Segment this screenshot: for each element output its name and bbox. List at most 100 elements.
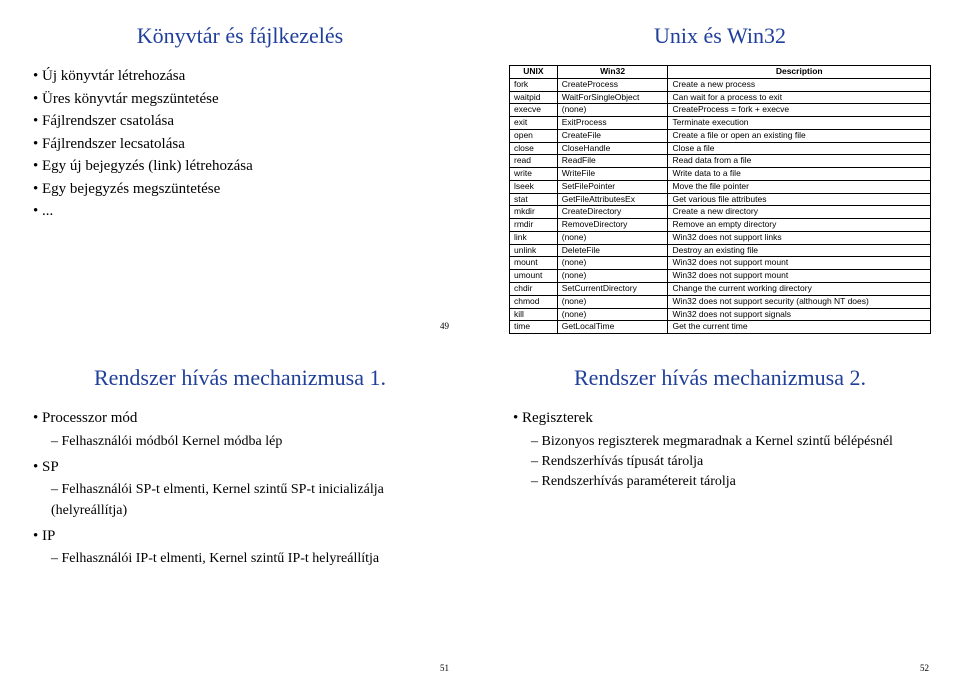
unix-win32-table: UNIX Win32 Description forkCreateProcess… [509,65,931,334]
cell-desc: Write data to a file [668,168,931,181]
cell-win32: WaitForSingleObject [557,91,668,104]
cell-desc: Win32 does not support signals [668,308,931,321]
cell-win32: GetLocalTime [557,321,668,334]
cell-win32: CloseHandle [557,142,668,155]
cell-desc: Change the current working directory [668,283,931,296]
list-item: Új könyvtár létrehozása [33,65,451,88]
cell-unix: mkdir [510,206,558,219]
cell-win32: (none) [557,270,668,283]
cell-unix: read [510,155,558,168]
cell-desc: CreateProcess = fork + execve [668,104,931,117]
cell-win32: (none) [557,308,668,321]
cell-win32: CreateFile [557,129,668,142]
cell-desc: Move the file pointer [668,180,931,193]
table-row: exitExitProcessTerminate execution [510,117,931,130]
table-row: forkCreateProcessCreate a new process [510,78,931,91]
bullet-list: IP [29,525,451,548]
bullet-list: Regiszterek [509,407,931,430]
cell-win32: SetCurrentDirectory [557,283,668,296]
list-item: Fájlrendszer lecsatolása [33,133,451,156]
cell-unix: kill [510,308,558,321]
table-row: execve(none)CreateProcess = fork + execv… [510,104,931,117]
cell-desc: Create a new directory [668,206,931,219]
cell-desc: Destroy an existing file [668,244,931,257]
table-row: mount(none)Win32 does not support mount [510,257,931,270]
cell-unix: chdir [510,283,558,296]
table-row: lseekSetFilePointerMove the file pointer [510,180,931,193]
cell-unix: time [510,321,558,334]
cell-desc: Win32 does not support mount [668,270,931,283]
sub-list: Felhasználói módból Kernel módba lép [29,432,451,452]
table-row: link(none)Win32 does not support links [510,231,931,244]
sub-list: Bizonyos regiszterek megmaradnak a Kerne… [509,432,931,493]
sub-item: Felhasználói SP-t elmenti, Kernel szintű… [51,480,451,521]
cell-desc: Create a new process [668,78,931,91]
slide-49: Könyvtár és fájlkezelés Új könyvtár létr… [0,0,480,342]
table-row: mkdirCreateDirectoryCreate a new directo… [510,206,931,219]
list-item: Egy új bejegyzés (link) létrehozása [33,155,451,178]
cell-desc: Can wait for a process to exit [668,91,931,104]
cell-win32: RemoveDirectory [557,219,668,232]
cell-desc: Win32 does not support security (althoug… [668,295,931,308]
cell-unix: mount [510,257,558,270]
cell-win32: (none) [557,257,668,270]
cell-unix: umount [510,270,558,283]
sub-item: Rendszerhívás paramétereit tárolja [531,472,931,492]
table-row: umount(none)Win32 does not support mount [510,270,931,283]
bullet-list: Processzor mód [29,407,451,430]
list-item: Üres könyvtár megszüntetése [33,88,451,111]
cell-unix: exit [510,117,558,130]
cell-win32: ReadFile [557,155,668,168]
cell-unix: execve [510,104,558,117]
col-desc: Description [668,66,931,79]
page-number: 52 [920,663,929,673]
bullet-list: Új könyvtár létrehozása Üres könyvtár me… [29,65,451,223]
table-row: readReadFileRead data from a file [510,155,931,168]
cell-unix: waitpid [510,91,558,104]
cell-unix: link [510,231,558,244]
table-header-row: UNIX Win32 Description [510,66,931,79]
cell-win32: ExitProcess [557,117,668,130]
bullet-list: SP [29,456,451,479]
cell-unix: fork [510,78,558,91]
cell-desc: Read data from a file [668,155,931,168]
cell-win32: SetFilePointer [557,180,668,193]
cell-unix: lseek [510,180,558,193]
slide-50: Unix és Win32 UNIX Win32 Description for… [480,0,960,342]
list-item: ... [33,200,451,223]
cell-unix: open [510,129,558,142]
cell-win32: WriteFile [557,168,668,181]
cell-win32: DeleteFile [557,244,668,257]
table-wrap: UNIX Win32 Description forkCreateProcess… [509,65,931,334]
cell-win32: CreateDirectory [557,206,668,219]
list-item: Egy bejegyzés megszüntetése [33,178,451,201]
page-number: 51 [440,663,449,673]
cell-desc: Remove an empty directory [668,219,931,232]
cell-unix: stat [510,193,558,206]
cell-desc: Close a file [668,142,931,155]
cell-win32: CreateProcess [557,78,668,91]
sub-list: Felhasználói SP-t elmenti, Kernel szintű… [29,480,451,521]
sub-item: Felhasználói módból Kernel módba lép [51,432,451,452]
cell-win32: GetFileAttributesEx [557,193,668,206]
cell-desc: Get various file attributes [668,193,931,206]
cell-unix: write [510,168,558,181]
cell-desc: Create a file or open an existing file [668,129,931,142]
sub-item: Rendszerhívás típusát tárolja [531,452,931,472]
table-row: openCreateFileCreate a file or open an e… [510,129,931,142]
col-win32: Win32 [557,66,668,79]
table-row: waitpidWaitForSingleObjectCan wait for a… [510,91,931,104]
table-row: statGetFileAttributesExGet various file … [510,193,931,206]
table-row: timeGetLocalTimeGet the current time [510,321,931,334]
cell-unix: chmod [510,295,558,308]
table-row: chdirSetCurrentDirectoryChange the curre… [510,283,931,296]
table-row: closeCloseHandleClose a file [510,142,931,155]
cell-desc: Get the current time [668,321,931,334]
cell-win32: (none) [557,104,668,117]
table-row: chmod(none)Win32 does not support securi… [510,295,931,308]
sub-item: Felhasználói IP-t elmenti, Kernel szintű… [51,549,451,569]
slide-title: Rendszer hívás mechanizmusa 1. [29,365,451,391]
cell-unix: rmdir [510,219,558,232]
sub-list: Felhasználói IP-t elmenti, Kernel szintű… [29,549,451,569]
slide-title: Rendszer hívás mechanizmusa 2. [509,365,931,391]
